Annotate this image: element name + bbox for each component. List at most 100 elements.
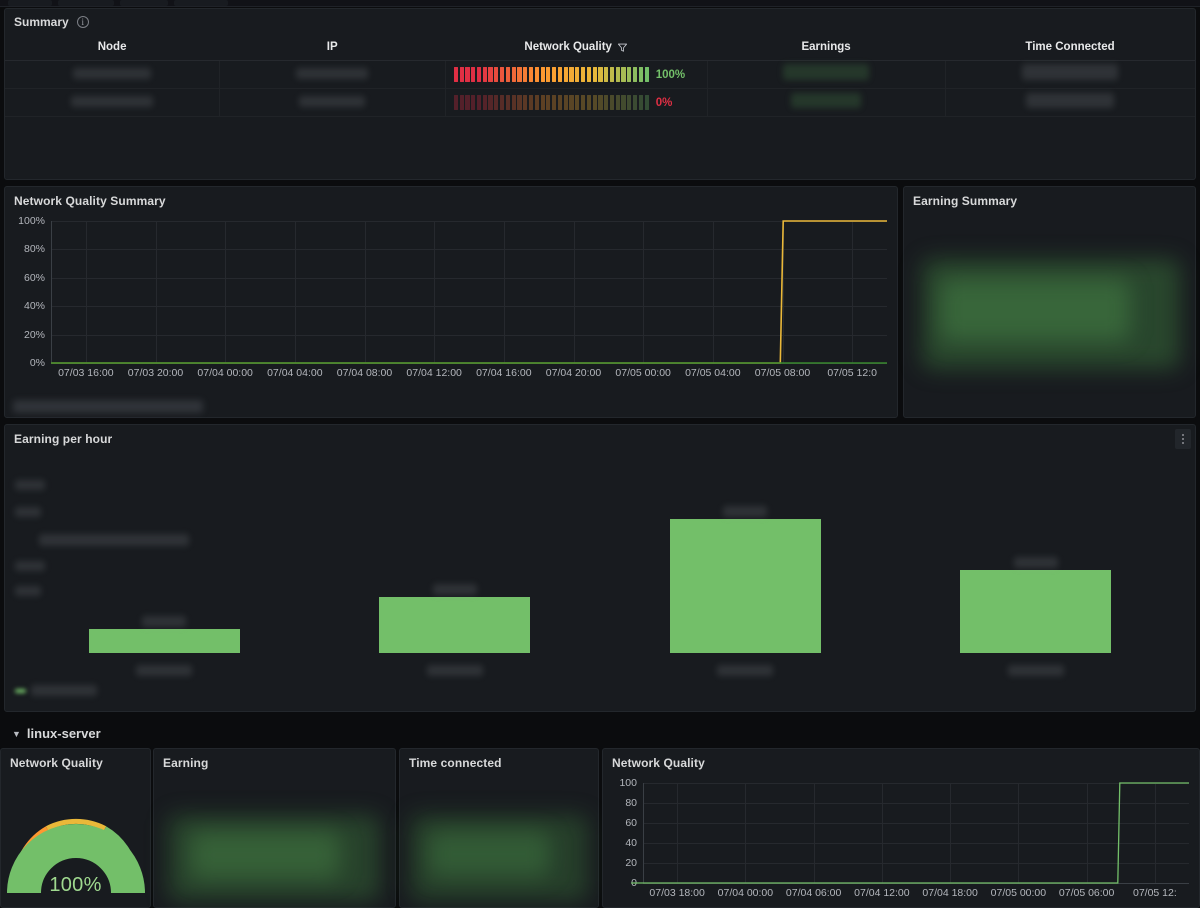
column-label: Network Quality [524,41,612,53]
bar-gauge-segment [471,67,476,82]
bar-gauge-segment [528,95,534,110]
bar-gauge-segment [546,67,551,82]
gridline [85,221,87,363]
chart-area: 0 20 40 60 80 100 07/03 18:00 07/04 00:00 07/04 … [603,775,1199,907]
gridline [643,803,1189,804]
panel-title: Earning [163,756,209,770]
tab-ghost-1 [8,0,52,6]
bar-gauge-segment [563,67,568,82]
bar[interactable] [960,569,1112,653]
gridline [1018,783,1020,883]
bar-gauge-segment [592,67,597,82]
bar[interactable] [88,628,240,653]
x-axis-tick-label: 07/04 12:00 [854,887,910,899]
bar-gauge-segment [511,67,516,82]
x-axis-tick-label: 07/04 18:00 [922,887,978,899]
redacted-value [72,67,151,79]
network-quality-chart[interactable]: 0 20 40 60 80 100 07/03 18:00 07/04 00:00 07/04 … [603,775,1199,907]
y-axis-tick-label: 20 [625,857,637,869]
bar-gauge-segment [575,67,580,82]
gridline [643,783,1189,784]
y-axis-tick-label: 60% [23,271,45,284]
gridline [225,221,227,363]
kebab-menu-icon[interactable] [1175,429,1191,449]
bar-gauge-value: 0% [655,96,673,109]
x-axis-tick-label: 07/04 20:00 [545,367,602,379]
redacted-value-core [940,279,1130,341]
column-header-network-quality[interactable]: Network Quality [445,37,708,61]
bar-gauge-segment [528,67,534,82]
x-axis-tick-label: 07/05 04:00 [685,367,741,379]
bar-gauge-segment [633,95,638,110]
table-row[interactable]: 0% [5,88,1195,117]
network-quality-gauge-panel: Network Quality 100% [0,748,151,908]
bar-gauge-segment [494,67,499,82]
bar[interactable] [669,518,821,653]
chevron-down-icon[interactable]: ▼ [12,729,21,739]
gridline [51,334,887,336]
gridline [51,277,887,279]
x-axis-tick-label: 07/03 16:00 [58,367,114,379]
cell-ip [219,60,446,89]
bar-gauge-segment [609,67,615,82]
x-axis-tick-label: 07/04 16:00 [476,367,532,379]
gridline [881,783,883,883]
gridline [155,221,157,363]
bar-gauge-segment [505,95,510,110]
summary-table-body: 100% 0% [5,60,1195,117]
legend-swatch [15,688,26,693]
toolbar-edge [0,0,1200,7]
chart-area: 0% 20% 40% 60% 80% 100% 07/03 16:00 07/03 20:00… [5,213,897,385]
bar-gauge-segment [586,67,591,82]
bar-gauge-segment [563,95,568,110]
redacted-y-axis-label [15,480,45,491]
bar-gauge-segment [615,95,620,110]
bar-gauge-segment [638,67,643,82]
gridline [643,883,1189,884]
gridline [643,823,1189,824]
bar-gauge-segment [557,95,563,110]
summary-table: Node IP Network Quality Earnings Time Co… [5,37,1195,117]
x-axis-tick-label: 07/04 04:00 [267,367,323,379]
bar-gauge: 100% [446,67,707,82]
cell-network-quality: 100% [445,60,708,89]
bar-gauge-segment [633,67,638,82]
bar[interactable] [379,596,531,653]
chart-legend [15,685,97,696]
bar-gauge-track [453,95,649,110]
bar-gauge-segment [586,95,591,110]
info-icon[interactable]: i [76,16,89,28]
x-axis-tick-label: 07/05 06:00 [1058,887,1115,899]
row-header-linux-server[interactable]: ▼ linux-server [4,720,1196,746]
filter-icon[interactable] [617,42,628,53]
column-header-earnings[interactable]: Earnings [707,37,946,61]
y-axis-line [643,783,644,883]
bar-gauge-segment [615,67,620,82]
gridline [1154,783,1156,883]
column-header-ip[interactable]: IP [219,37,446,61]
table-row[interactable]: 100% [5,60,1195,89]
cell-node [5,60,220,89]
gridline [813,783,815,883]
x-axis-tick-label: 07/05 12:0 [827,367,877,379]
column-header-node[interactable]: Node [5,37,220,61]
time-connected-panel: Time connected [399,748,599,908]
gridline [364,221,366,363]
x-axis-tick-label: 07/04 00:00 [717,887,774,899]
gridline [643,843,1189,844]
cell-time-connected [945,60,1195,89]
bar-gauge-segment [465,67,470,82]
x-axis-tick-label: 07/04 00:00 [197,367,253,379]
network-quality-summary-chart[interactable]: 0% 20% 40% 60% 80% 100% 07/03 16:00 07/03 20:00… [5,213,897,385]
gridline [51,363,887,364]
x-axis-tick-label: 07/04 12:00 [406,367,462,379]
bar-gauge-segment [517,95,522,110]
earning-per-hour-chart[interactable] [5,451,1195,711]
bar-gauge-segment [523,67,528,82]
bar-gauge-segment [488,67,493,82]
column-header-time-connected[interactable]: Time Connected [945,37,1195,61]
gridline [782,221,784,363]
bar-gauge-value: 100% [655,68,686,81]
bar-gauge-segment [534,95,539,110]
bar-gauge-segment [569,95,574,110]
